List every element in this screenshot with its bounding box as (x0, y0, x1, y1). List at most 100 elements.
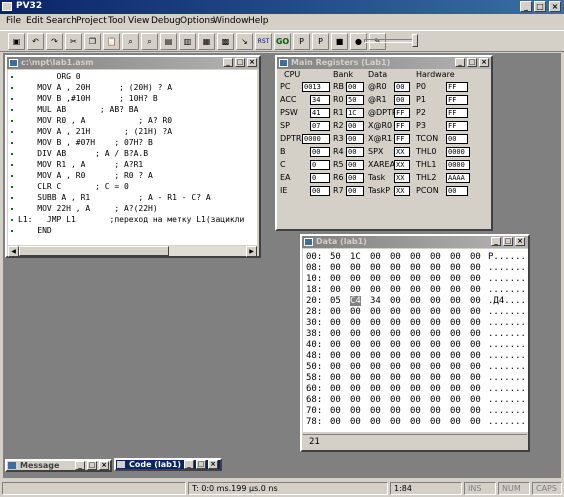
go-icon[interactable]: GO (274, 33, 291, 50)
hardware-register-value[interactable]: 0000 (446, 160, 470, 170)
memory-byte[interactable]: 00 (350, 351, 361, 361)
memory-byte[interactable]: 00 (450, 373, 461, 383)
memory-byte[interactable]: 00 (410, 296, 421, 306)
memory-byte[interactable]: 00 (470, 395, 481, 405)
memory-dump[interactable]: 00: 50 1C 00 00 00 00 00 00 P....... 08: 00 00 00 00 00… (303, 249, 528, 432)
bank-register-value[interactable]: 00 (346, 134, 364, 144)
data-register-value[interactable]: 00 (394, 95, 410, 105)
memory-byte[interactable]: 05 (330, 296, 341, 306)
cpu-register-value[interactable]: 34 (310, 95, 330, 105)
memory-byte[interactable]: 00 (450, 340, 461, 350)
memory-byte[interactable]: 00 (430, 296, 441, 306)
memory-byte[interactable]: 00 (390, 406, 401, 416)
memory-byte[interactable]: 00 (370, 274, 381, 284)
menu-file[interactable]: File (6, 16, 21, 26)
memory-byte[interactable]: 00 (450, 384, 461, 394)
memory-byte[interactable]: 00 (390, 395, 401, 405)
cpu-register-value[interactable]: 0 (310, 173, 330, 183)
memory-byte[interactable]: 00 (450, 417, 461, 427)
memory-byte[interactable]: 00 (330, 373, 341, 383)
code-editor[interactable]: ORG 0 MOV A , 20H ; (20H) ? A MOV B ,#10… (8, 70, 257, 245)
registers-maximize-button[interactable]: □ (467, 58, 477, 67)
copy-icon[interactable]: ❐ (84, 33, 101, 50)
memory-byte[interactable]: 00 (350, 318, 361, 328)
memory-byte[interactable]: 00 (350, 329, 361, 339)
hardware-register-value[interactable]: FF (446, 95, 468, 105)
data-window-titlebar[interactable]: Data (lab1) _ □ × (302, 236, 528, 248)
bank-register-value[interactable]: 00 (346, 147, 364, 157)
message-close-button[interactable]: × (99, 461, 109, 470)
memory-byte[interactable]: 00 (430, 384, 441, 394)
stop-icon[interactable]: ■ (331, 33, 348, 50)
memory-byte[interactable]: 00 (470, 318, 481, 328)
memory-byte[interactable]: 00 (430, 373, 441, 383)
memory-byte[interactable]: 00 (450, 296, 461, 306)
data-register-value[interactable]: FF (394, 134, 410, 144)
memory-byte[interactable]: 00 (350, 395, 361, 405)
memory-byte[interactable]: 00 (350, 406, 361, 416)
cpu-register-value[interactable]: 0000 (302, 134, 330, 144)
memory-byte[interactable]: 00 (470, 417, 481, 427)
memory-byte[interactable]: 00 (330, 329, 341, 339)
memory-byte[interactable]: 00 (430, 252, 441, 262)
memory-byte[interactable]: 00 (370, 285, 381, 295)
memory-byte[interactable]: 00 (330, 417, 341, 427)
memory-byte[interactable]: 00 (390, 329, 401, 339)
memory-byte[interactable]: 00 (410, 417, 421, 427)
memory-byte[interactable]: 00 (390, 263, 401, 273)
speed-slider-thumb[interactable] (412, 34, 418, 47)
code-min-maximize-button[interactable]: □ (196, 460, 206, 469)
memory-byte[interactable]: 34 (370, 296, 381, 306)
memory-byte[interactable]: 00 (330, 351, 341, 361)
memory-byte[interactable]: 00 (450, 351, 461, 361)
memory-byte[interactable]: 00 (330, 307, 341, 317)
memory-byte[interactable]: 00 (390, 296, 401, 306)
memory-byte[interactable]: 00 (470, 263, 481, 273)
toggle-bookmark-icon[interactable]: ▥ (179, 33, 196, 50)
memory-byte[interactable]: 00 (390, 362, 401, 372)
memory-byte[interactable]: 00 (330, 274, 341, 284)
memory-byte[interactable]: 00 (470, 362, 481, 372)
hardware-register-value[interactable]: FF (446, 121, 468, 131)
memory-byte[interactable]: 00 (430, 417, 441, 427)
memory-byte[interactable]: 00 (470, 406, 481, 416)
menu-search[interactable]: Search (46, 16, 77, 26)
cpu-register-value[interactable]: 07 (310, 121, 330, 131)
memory-byte[interactable]: 00 (370, 384, 381, 394)
registers-minimize-button[interactable]: _ (455, 58, 465, 67)
data-register-value[interactable]: XX (394, 160, 410, 170)
memory-byte[interactable]: 00 (370, 263, 381, 273)
registers-close-button[interactable]: × (479, 58, 489, 67)
memory-byte[interactable]: 00 (390, 373, 401, 383)
memory-byte[interactable]: 00 (390, 274, 401, 284)
hardware-register-value[interactable]: 0000 (446, 147, 470, 157)
memory-byte[interactable]: 00 (470, 285, 481, 295)
memory-byte[interactable]: 00 (470, 307, 481, 317)
memory-byte[interactable]: 00 (470, 296, 481, 306)
menu-options[interactable]: Options (180, 16, 215, 26)
data-register-value[interactable]: 00 (394, 82, 410, 92)
memory-byte[interactable]: 00 (370, 329, 381, 339)
memory-byte[interactable]: 00 (410, 340, 421, 350)
memory-byte[interactable]: 00 (410, 285, 421, 295)
memory-byte[interactable]: 00 (430, 406, 441, 416)
memory-byte[interactable]: 00 (350, 307, 361, 317)
find-icon[interactable]: ⌕ (122, 33, 139, 50)
memory-byte[interactable]: 00 (430, 340, 441, 350)
menu-debug[interactable]: Debug (151, 16, 181, 26)
memory-byte[interactable]: 00 (410, 307, 421, 317)
memory-byte[interactable]: 00 (370, 362, 381, 372)
memory-byte[interactable]: 00 (430, 362, 441, 372)
bank-register-value[interactable]: 50 (346, 95, 364, 105)
bank-register-value[interactable]: 1C (346, 108, 364, 118)
registers-window-titlebar[interactable]: Main Registers (Lab1) _ □ × (277, 57, 491, 69)
step-into-icon[interactable]: P (293, 33, 310, 50)
code-window-titlebar[interactable]: c:\mpt\lab1.asm _ □ × (7, 57, 259, 69)
data-register-value[interactable]: XX (394, 147, 410, 157)
menu-window[interactable]: Window (213, 16, 249, 26)
memory-byte[interactable]: 00 (470, 329, 481, 339)
memory-byte[interactable]: 00 (350, 263, 361, 273)
window-icon[interactable]: ▦ (198, 33, 215, 50)
step-icon[interactable]: ↘ (236, 33, 253, 50)
memory-byte[interactable]: 00 (350, 362, 361, 372)
